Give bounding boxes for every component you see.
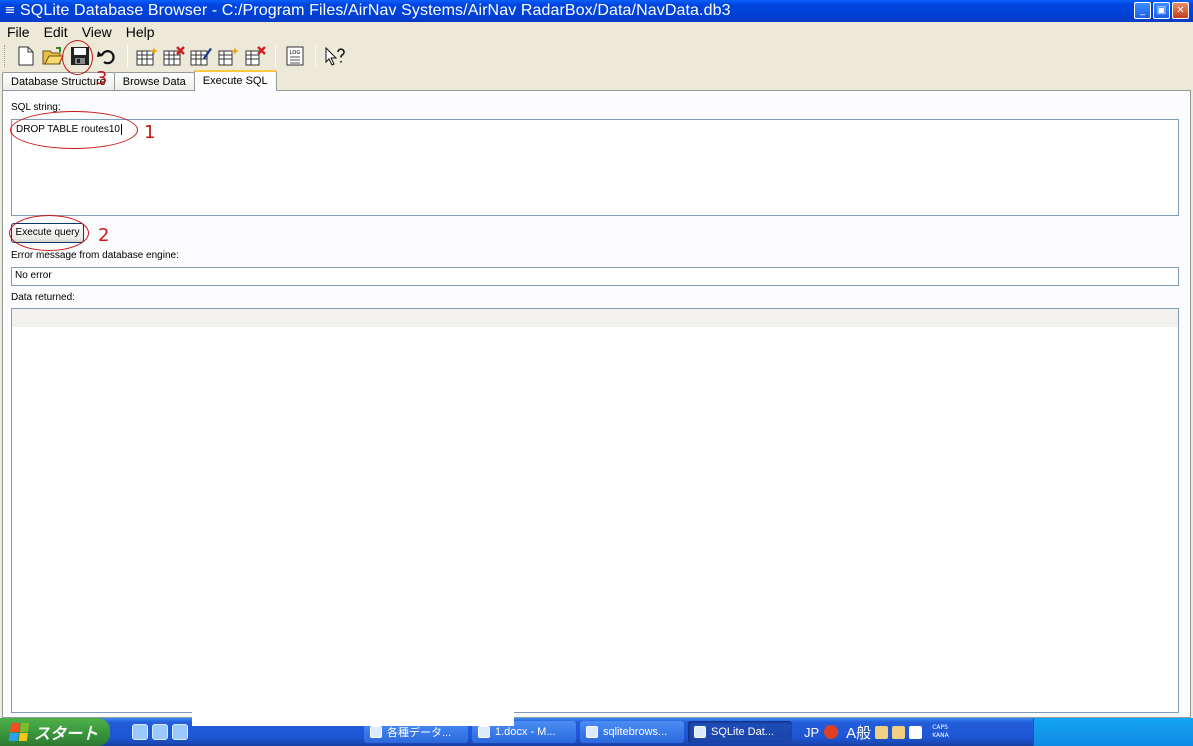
taskbar-item[interactable]: sqlitebrows... bbox=[580, 721, 684, 743]
sql-string-input[interactable]: DROP TABLE routes10 bbox=[11, 119, 1179, 216]
whats-this-icon bbox=[325, 46, 345, 66]
sql-string-value: DROP TABLE routes10 bbox=[16, 124, 120, 135]
menu-file[interactable]: File bbox=[0, 24, 37, 40]
toolbar-grip[interactable] bbox=[4, 45, 7, 67]
menu-view[interactable]: View bbox=[75, 24, 119, 40]
window-title: SQLite Database Browser - C:/Program Fil… bbox=[20, 2, 731, 19]
menu-bar: File Edit View Help bbox=[0, 22, 1193, 41]
close-button[interactable]: ✕ bbox=[1172, 2, 1189, 19]
ime-mode[interactable]: A般 bbox=[846, 722, 871, 743]
sql-string-label: SQL string: bbox=[11, 102, 61, 113]
toolbar: LOG bbox=[0, 41, 1193, 71]
new-database-button[interactable] bbox=[13, 43, 39, 69]
open-database-button[interactable] bbox=[40, 43, 66, 69]
modify-table-icon bbox=[190, 48, 212, 66]
ime-dictionary-icon[interactable] bbox=[875, 725, 889, 739]
log-button[interactable]: LOG bbox=[282, 43, 308, 69]
data-returned-label: Data returned: bbox=[11, 292, 75, 303]
log-label: LOG bbox=[290, 50, 301, 56]
save-button[interactable] bbox=[67, 43, 93, 69]
error-message-label: Error message from database engine: bbox=[11, 250, 179, 261]
delete-index-icon bbox=[245, 46, 266, 66]
word-icon bbox=[478, 726, 490, 738]
error-message-field: No error bbox=[11, 267, 1179, 286]
grid-header bbox=[12, 309, 1178, 327]
ime-tool-icon[interactable] bbox=[892, 725, 906, 739]
annotation-number-3: 3 bbox=[96, 68, 108, 89]
window-controls: _ ▣ ✕ bbox=[1134, 2, 1189, 19]
save-icon bbox=[71, 47, 89, 65]
app-menu-icon[interactable]: ≡ bbox=[3, 4, 17, 18]
ime-help-icon[interactable] bbox=[909, 725, 923, 739]
menu-help[interactable]: Help bbox=[119, 24, 162, 40]
ime-icon[interactable] bbox=[824, 725, 839, 739]
toolbar-separator bbox=[315, 45, 316, 67]
browser-icon[interactable] bbox=[132, 724, 148, 740]
toolbar-separator bbox=[127, 45, 128, 67]
start-button[interactable]: スタート bbox=[0, 718, 110, 746]
delete-index-button[interactable] bbox=[242, 43, 268, 69]
execute-query-button[interactable]: Execute query bbox=[11, 223, 84, 243]
quick-launch bbox=[132, 724, 188, 740]
toolbar-separator bbox=[275, 45, 276, 67]
log-icon: LOG bbox=[286, 46, 304, 66]
window-icon bbox=[370, 726, 382, 738]
data-returned-grid[interactable] bbox=[11, 308, 1179, 713]
create-index-icon bbox=[218, 47, 239, 66]
create-index-button[interactable] bbox=[215, 43, 241, 69]
app-icon[interactable] bbox=[152, 724, 168, 740]
caps-kana-indicator: CAPS KANA bbox=[932, 724, 949, 739]
open-database-icon bbox=[42, 47, 64, 65]
tab-execute-sql[interactable]: Execute SQL bbox=[193, 70, 277, 91]
annotation-number-2: 2 bbox=[98, 225, 110, 246]
create-table-button[interactable] bbox=[134, 43, 160, 69]
delete-table-icon bbox=[163, 46, 185, 66]
create-table-icon bbox=[136, 47, 158, 66]
menu-edit[interactable]: Edit bbox=[37, 24, 75, 40]
annotation-number-1: 1 bbox=[144, 122, 156, 143]
redacted-area bbox=[192, 688, 514, 726]
undo-button[interactable] bbox=[94, 43, 120, 69]
text-cursor bbox=[120, 124, 122, 135]
sqlite-icon bbox=[694, 726, 706, 738]
notepad-icon[interactable] bbox=[172, 724, 188, 740]
delete-table-button[interactable] bbox=[161, 43, 187, 69]
language-indicator[interactable]: JP bbox=[804, 725, 819, 740]
tab-browse-data[interactable]: Browse Data bbox=[113, 72, 195, 91]
tab-bar: Database Structure Browse Data Execute S… bbox=[2, 70, 277, 91]
maximize-button[interactable]: ▣ bbox=[1153, 2, 1170, 19]
start-label: スタート bbox=[34, 726, 99, 743]
title-bar[interactable]: ≡ SQLite Database Browser - C:/Program F… bbox=[0, 0, 1193, 22]
taskbar-item-active[interactable]: SQLite Dat... bbox=[688, 721, 792, 743]
taskbar: スタート 各種データ... 1.docx - M... sqlitebrows.… bbox=[0, 718, 1193, 746]
new-database-icon bbox=[18, 46, 34, 66]
modify-table-button[interactable] bbox=[188, 43, 214, 69]
minimize-button[interactable]: _ bbox=[1134, 2, 1151, 19]
system-tray bbox=[1033, 718, 1193, 746]
whats-this-button[interactable] bbox=[322, 43, 348, 69]
windows-logo-icon bbox=[8, 723, 30, 741]
undo-icon bbox=[97, 50, 115, 65]
folder-icon bbox=[586, 726, 598, 738]
